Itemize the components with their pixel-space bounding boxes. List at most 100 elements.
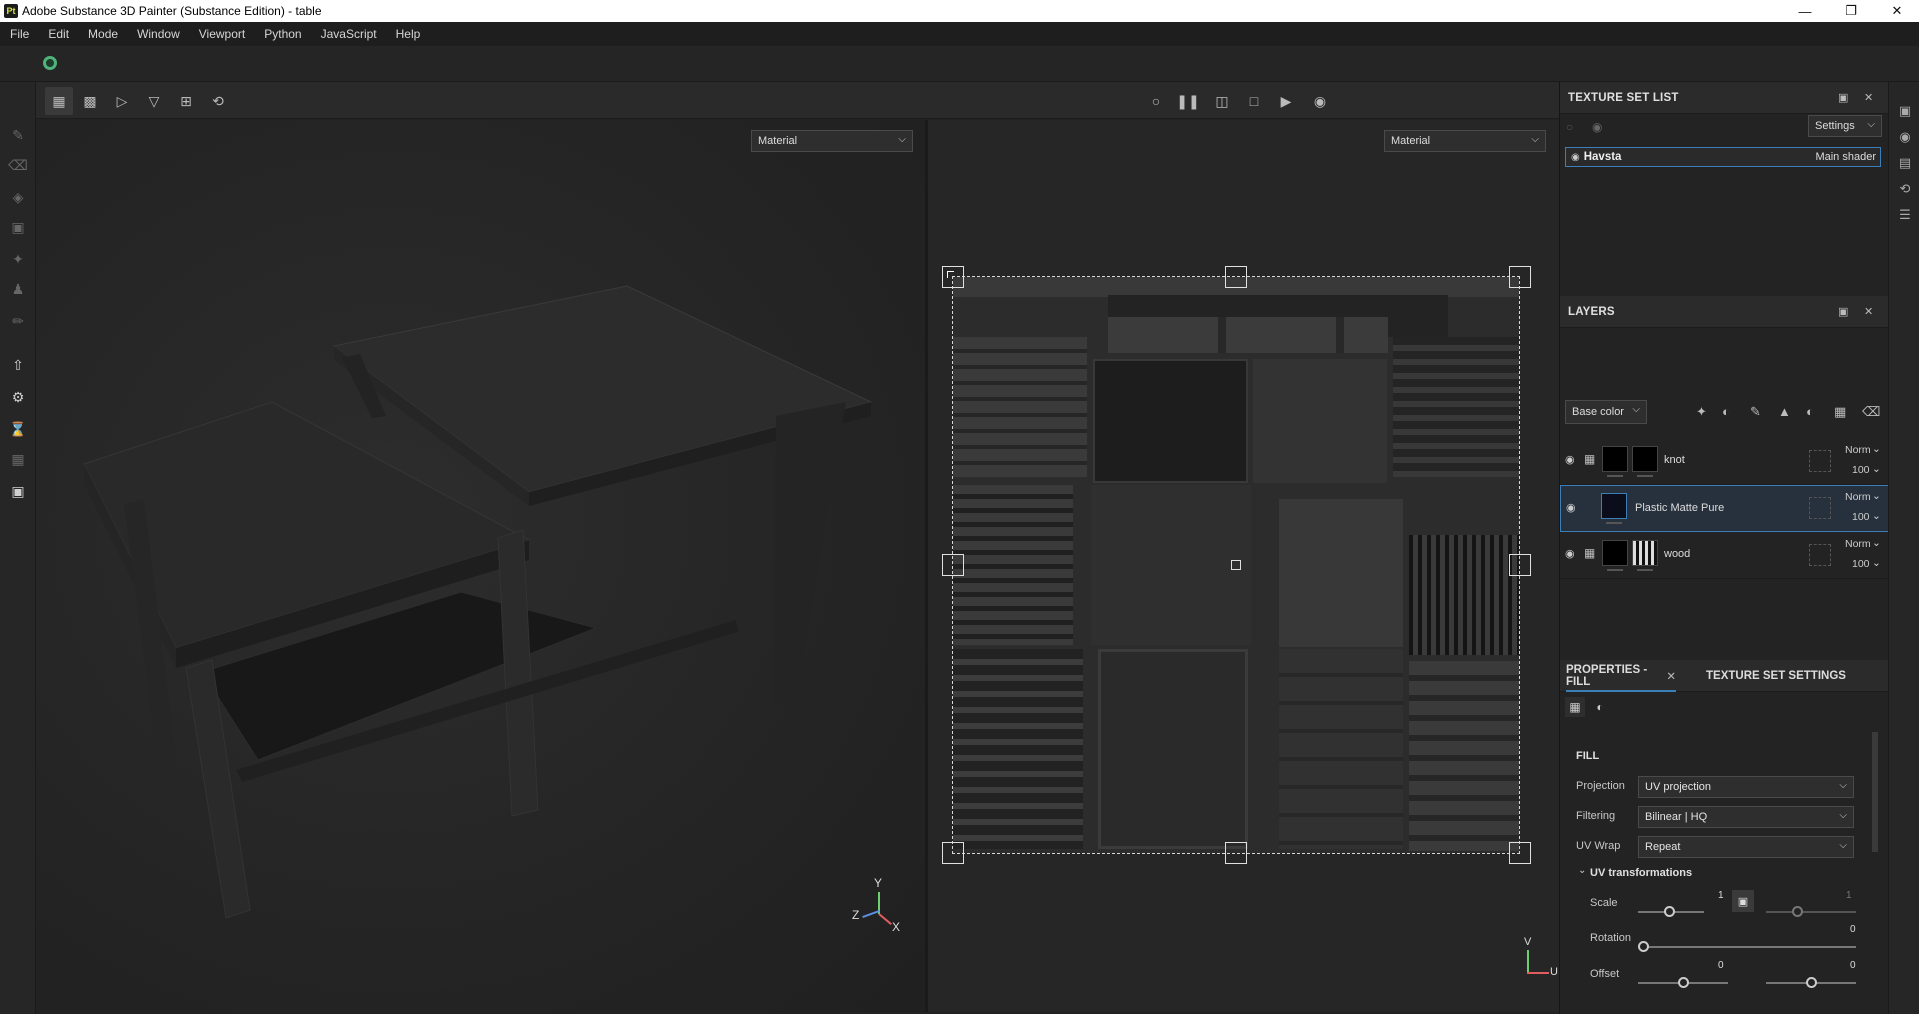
minimize-icon[interactable]: —: [1782, 0, 1828, 22]
transform-handle-top[interactable]: [1225, 266, 1247, 288]
chevron-down-icon[interactable]: ⌄: [1872, 557, 1881, 569]
history-icon[interactable]: ⟲: [1896, 180, 1914, 198]
add-paint-layer-icon[interactable]: ✎: [1750, 404, 1761, 420]
chevron-down-icon[interactable]: ⌄: [1872, 537, 1881, 549]
mirror-vertical-icon[interactable]: ▽: [140, 87, 168, 115]
transform-handle-bottom-right[interactable]: [1509, 842, 1531, 864]
transform-handle-left[interactable]: [942, 554, 964, 576]
transform-handle-top-right[interactable]: [1509, 266, 1531, 288]
chevron-down-icon[interactable]: ⌄: [1578, 865, 1586, 876]
menu-viewport[interactable]: Viewport: [189, 27, 254, 41]
close-icon[interactable]: ✕: [1874, 0, 1919, 22]
tab-properties-fill[interactable]: PROPERTIES - FILL ✕: [1566, 660, 1676, 692]
fit-view-icon[interactable]: ⊞: [172, 87, 200, 115]
iray-icon[interactable]: ▦: [6, 448, 30, 470]
hide-icon[interactable]: ○: [1566, 120, 1573, 134]
eye-icon[interactable]: ◉: [1571, 152, 1580, 163]
restore-icon[interactable]: ❐: [1828, 0, 1874, 22]
layout-3d-2d-icon[interactable]: ▦: [45, 87, 73, 115]
texture-set-settings-select[interactable]: Settings ⌵: [1808, 115, 1882, 137]
transform-handle-bottom[interactable]: [1225, 842, 1247, 864]
eye-icon[interactable]: ◉: [1565, 547, 1575, 560]
mirror-horizontal-icon[interactable]: ▷: [108, 87, 136, 115]
add-smart-material-icon[interactable]: ◐: [1806, 404, 1814, 419]
viewport-2d-channel-select[interactable]: Material ⌵: [1384, 130, 1546, 152]
texture-set-item[interactable]: ◉ Havsta Main shader: [1565, 147, 1881, 167]
add-fill-layer-icon[interactable]: ▲: [1778, 404, 1791, 419]
viewport-2d[interactable]: Material ⌵ V U: [928, 120, 1559, 1012]
visibility-icon[interactable]: ◉: [1592, 120, 1602, 134]
chevron-down-icon[interactable]: ⌄: [1872, 443, 1881, 455]
add-folder-icon[interactable]: ▦: [1834, 404, 1846, 420]
clone-stamp-icon[interactable]: ♟: [6, 278, 30, 300]
tab-texture-set-settings[interactable]: TEXTURE SET SETTINGS: [1706, 660, 1846, 692]
export-icon[interactable]: ⇧: [6, 354, 30, 376]
chevron-down-icon[interactable]: ⌄: [1872, 463, 1881, 475]
undock-icon[interactable]: ▣: [1838, 91, 1849, 104]
display-mode-icon[interactable]: □: [1240, 87, 1268, 115]
rotation-slider-knob[interactable]: [1638, 941, 1649, 952]
transform-handle-right[interactable]: [1509, 554, 1531, 576]
undock-icon[interactable]: ▣: [1838, 305, 1849, 318]
layout-grid-icon[interactable]: ▩: [76, 87, 104, 115]
lock-icon[interactable]: ▣: [1732, 890, 1754, 912]
display-settings-icon[interactable]: ◉: [1896, 128, 1914, 146]
settings-gear-icon[interactable]: ⚙: [6, 386, 30, 408]
layer-mask-slot[interactable]: [1809, 497, 1831, 519]
material-sphere-icon[interactable]: ◐: [1590, 697, 1610, 717]
chevron-down-icon[interactable]: ⌄: [1872, 490, 1881, 502]
scale-slider-knob[interactable]: [1664, 906, 1675, 917]
sync-status-icon[interactable]: [43, 56, 57, 70]
transform-handle-top-left[interactable]: [942, 266, 964, 288]
menu-python[interactable]: Python: [254, 27, 310, 41]
paint-brush-icon[interactable]: ✎: [6, 124, 30, 146]
smudge-icon[interactable]: ✦: [6, 248, 30, 270]
bake-icon[interactable]: ⌛: [6, 418, 30, 440]
material-mode-icon[interactable]: ▦: [1565, 697, 1585, 717]
viewport-3d[interactable]: Material ⌵ Y Z X: [36, 120, 925, 1012]
eye-icon[interactable]: ◉: [1565, 453, 1575, 466]
close-icon[interactable]: ✕: [1666, 669, 1676, 683]
menu-javascript[interactable]: JavaScript: [311, 27, 386, 41]
menu-mode[interactable]: Mode: [78, 27, 127, 41]
layer-row-selected[interactable]: ◉ Plastic Matte Pure Norm ⌄ 100 ⌄: [1560, 485, 1889, 532]
screenshot-camera-icon[interactable]: ◉: [1306, 87, 1334, 115]
layer-mask-slot[interactable]: [1809, 450, 1831, 472]
projection-select[interactable]: UV projection ⌵: [1638, 776, 1854, 798]
hide-ui-icon[interactable]: ○: [1142, 87, 1170, 115]
filtering-select[interactable]: Bilinear | HQ ⌵: [1638, 806, 1854, 828]
uv-wrap-select[interactable]: Repeat ⌵: [1638, 836, 1854, 858]
menu-file[interactable]: File: [0, 27, 38, 41]
layers-channel-select[interactable]: Base color ⌵: [1565, 400, 1647, 424]
history-icon[interactable]: ⟲: [204, 87, 232, 115]
menu-help[interactable]: Help: [386, 27, 430, 41]
offset-u-slider-knob[interactable]: [1678, 977, 1689, 988]
menu-edit[interactable]: Edit: [38, 27, 78, 41]
camera-icon[interactable]: ▶: [1272, 87, 1300, 115]
chevron-down-icon[interactable]: ⌄: [1872, 510, 1881, 522]
layer-mask-slot[interactable]: [1809, 544, 1831, 566]
properties-scrollbar[interactable]: [1872, 732, 1878, 852]
screenshot-icon[interactable]: ▣: [6, 480, 30, 502]
offset-v-slider-knob[interactable]: [1806, 977, 1817, 988]
close-icon[interactable]: ✕: [1864, 305, 1873, 318]
layer-row[interactable]: ◉ ▦ knot Norm ⌄ 100 ⌄: [1560, 438, 1889, 485]
transform-handle-bottom-left[interactable]: [942, 842, 964, 864]
projection-icon[interactable]: ◈: [6, 186, 30, 208]
mirror-mode-icon[interactable]: ◫: [1208, 87, 1236, 115]
log-icon[interactable]: ☰: [1896, 206, 1914, 224]
assets-icon[interactable]: ▤: [1896, 154, 1914, 172]
transform-pivot[interactable]: [1231, 560, 1241, 570]
pause-icon[interactable]: ❚❚: [1174, 87, 1202, 115]
layer-row[interactable]: ◉ ▦ wood Norm ⌄ 100 ⌄: [1560, 532, 1889, 579]
eye-icon[interactable]: ◉: [1566, 501, 1576, 514]
close-icon[interactable]: ✕: [1864, 91, 1873, 104]
menu-window[interactable]: Window: [127, 27, 189, 41]
texture-set-icon[interactable]: ▣: [1896, 102, 1914, 120]
polygon-fill-icon[interactable]: ▣: [6, 216, 30, 238]
delete-layer-icon[interactable]: ⌫: [1862, 404, 1880, 420]
color-picker-icon[interactable]: ✏: [6, 310, 30, 332]
add-mask-icon[interactable]: ◐: [1722, 404, 1730, 419]
eraser-icon[interactable]: ⌫: [6, 154, 30, 176]
rotation-slider-track[interactable]: [1638, 946, 1856, 948]
